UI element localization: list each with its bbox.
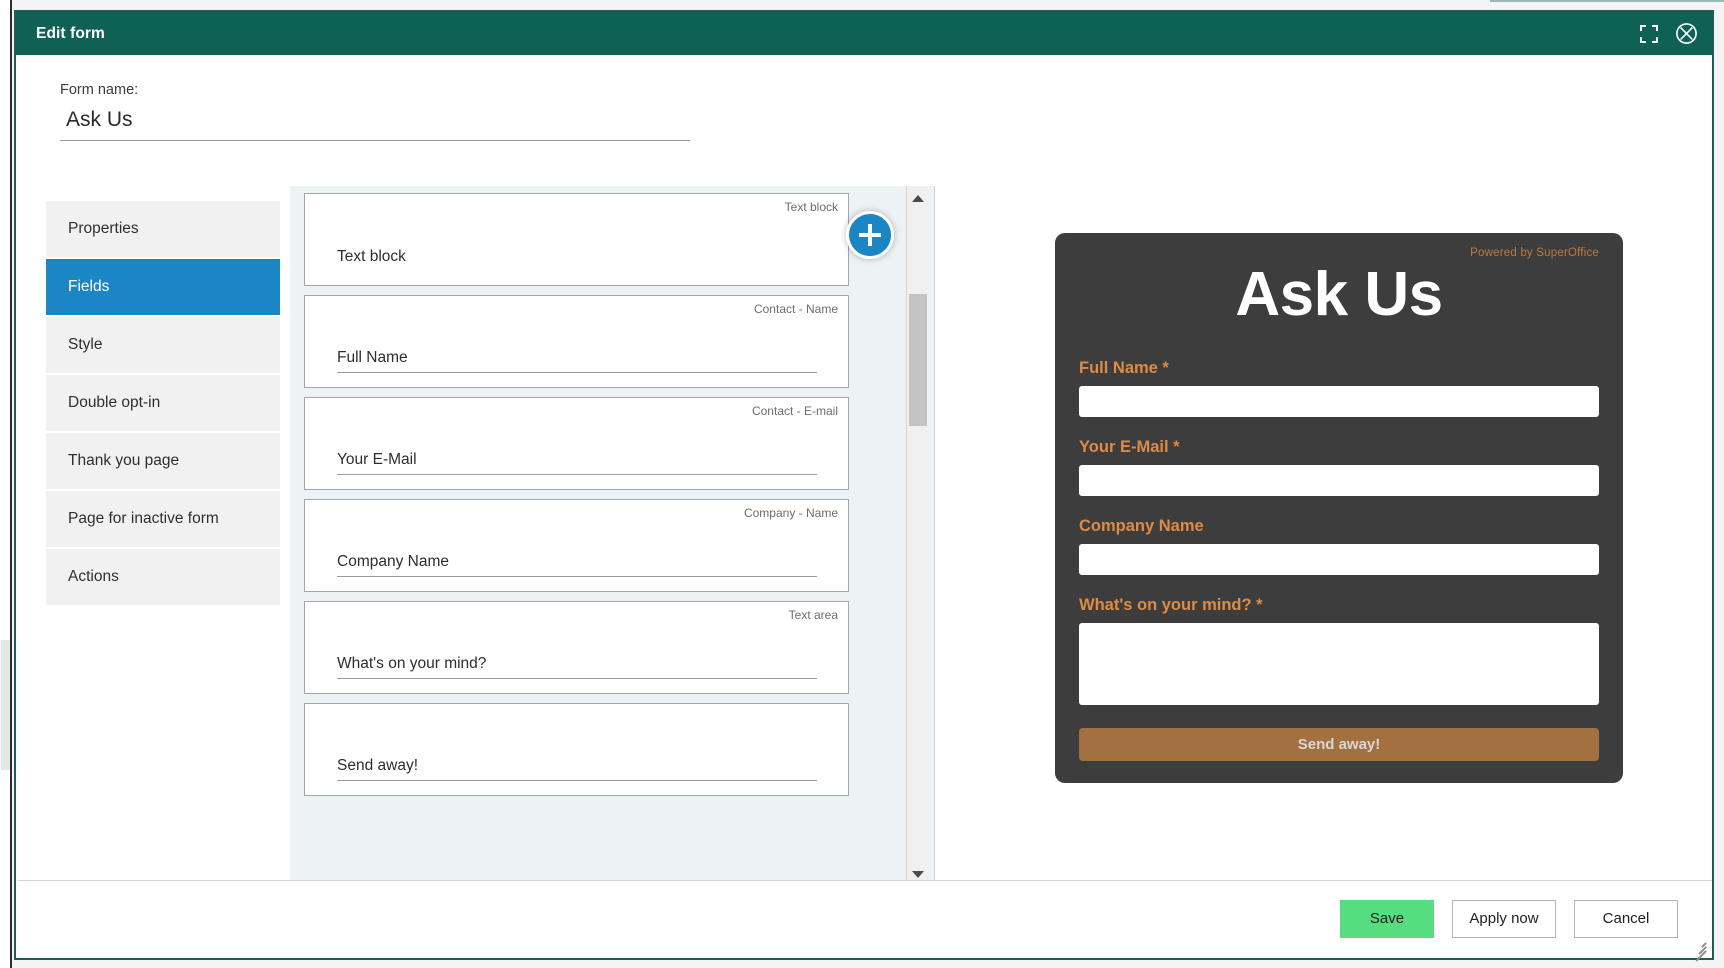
field-card-type-label: Contact - E-mail (751, 404, 838, 418)
sidebar-item-label: Properties (68, 220, 139, 237)
field-card-value: Full Name (337, 349, 817, 373)
sidebar-item-double-opt-in[interactable]: Double opt-in (46, 375, 280, 433)
apply-now-button[interactable]: Apply now (1452, 899, 1556, 938)
form-preview-area: Powered by SuperOffice Ask Us Full Name … (937, 186, 1712, 886)
fields-scrollbar[interactable] (906, 186, 928, 886)
sidebar-item-properties[interactable]: Properties (46, 201, 280, 259)
background-top-strip (1490, 0, 1724, 2)
sidebar-item-label: Style (68, 336, 103, 353)
background-scrollbar-thumb[interactable] (1, 640, 10, 770)
close-circle-icon[interactable] (1674, 22, 1698, 46)
powered-by-label: Powered by SuperOffice (1470, 247, 1599, 259)
preview-field-input[interactable] (1079, 386, 1599, 418)
preview-submit-button[interactable]: Send away! (1079, 728, 1599, 762)
settings-sidebar: Properties Fields Style Double opt-in Thank … (46, 201, 280, 607)
field-card-value: Your E-Mail (337, 451, 817, 475)
field-card[interactable]: Send away! (304, 703, 849, 796)
background-page-left-edge (0, 0, 12, 968)
sidebar-item-actions[interactable]: Actions (46, 549, 280, 607)
field-card[interactable]: Company - Name Company Name (304, 499, 849, 592)
preview-fields: Full Name * Your E-Mail * Company Name What… (1079, 359, 1599, 728)
sidebar-item-label: Double opt-in (68, 394, 161, 411)
save-button[interactable]: Save (1340, 899, 1434, 938)
preview-field-input[interactable] (1079, 623, 1599, 706)
field-card-value: Text block (337, 248, 406, 265)
dialog-content: Properties Fields Style Double opt-in Thank … (18, 186, 1712, 886)
preview-field-input[interactable] (1079, 544, 1599, 576)
screen-root: Edit form Form name: Ask Us Properties F… (0, 0, 1724, 968)
sidebar-item-thank-you-page[interactable]: Thank you page (46, 433, 280, 491)
dialog-titlebar: Edit form (16, 12, 1712, 55)
field-card-value: Company Name (337, 553, 817, 577)
dialog-title: Edit form (36, 24, 105, 42)
sidebar-item-fields[interactable]: Fields (46, 259, 280, 317)
form-preview-card: Powered by SuperOffice Ask Us Full Name … (1055, 233, 1623, 784)
sidebar-item-page-for-inactive-form[interactable]: Page for inactive form (46, 491, 280, 549)
sidebar-item-label: Fields (68, 278, 110, 295)
field-card-value: What's on your mind? (337, 655, 817, 679)
field-card-value: Send away! (337, 757, 817, 781)
form-name-label: Form name: (60, 82, 139, 98)
field-card[interactable]: Text block Text block (304, 193, 849, 286)
chevron-up-icon[interactable] (907, 188, 929, 208)
preview-field-label: Your E-Mail * (1079, 438, 1180, 457)
field-card[interactable]: Contact - E-mail Your E-Mail (304, 397, 849, 490)
field-card-type-label: Text block (784, 200, 838, 214)
dialog-footer: Save Apply now Cancel (18, 880, 1712, 962)
preview-form-title: Ask Us (1235, 260, 1443, 329)
preview-field-label: Full Name * (1079, 359, 1169, 378)
sidebar-item-label: Actions (68, 568, 119, 585)
sidebar-item-label: Thank you page (68, 452, 180, 469)
preview-field-input[interactable] (1079, 465, 1599, 497)
field-card-type-label: Text area (788, 608, 838, 622)
field-card-type-label: Company - Name (743, 506, 838, 520)
add-field-button[interactable] (846, 211, 894, 259)
form-name-section: Form name: (60, 82, 700, 141)
fields-scrollbar-thumb[interactable] (909, 294, 927, 426)
preview-field-label: Company Name (1079, 517, 1204, 536)
expand-icon[interactable] (1637, 22, 1661, 46)
preview-field-label: What's on your mind? * (1079, 596, 1263, 615)
cancel-button[interactable]: Cancel (1574, 899, 1678, 938)
field-card-type-label: Contact - Name (753, 302, 838, 316)
form-name-input[interactable] (60, 108, 690, 141)
field-card[interactable]: Contact - Name Full Name (304, 295, 849, 388)
sidebar-item-label: Page for inactive form (68, 510, 219, 527)
titlebar-actions (1637, 22, 1698, 46)
sidebar-item-style[interactable]: Style (46, 317, 280, 375)
fields-panel: Text block Text block Contact - Name Full N… (290, 186, 935, 886)
resize-grip-icon[interactable] (1690, 936, 1707, 962)
field-card[interactable]: Text area What's on your mind? (304, 601, 849, 694)
field-card-list: Text block Text block Contact - Name Full N… (304, 186, 849, 805)
edit-form-dialog: Edit form Form name: Ask Us Properties F… (14, 10, 1714, 962)
